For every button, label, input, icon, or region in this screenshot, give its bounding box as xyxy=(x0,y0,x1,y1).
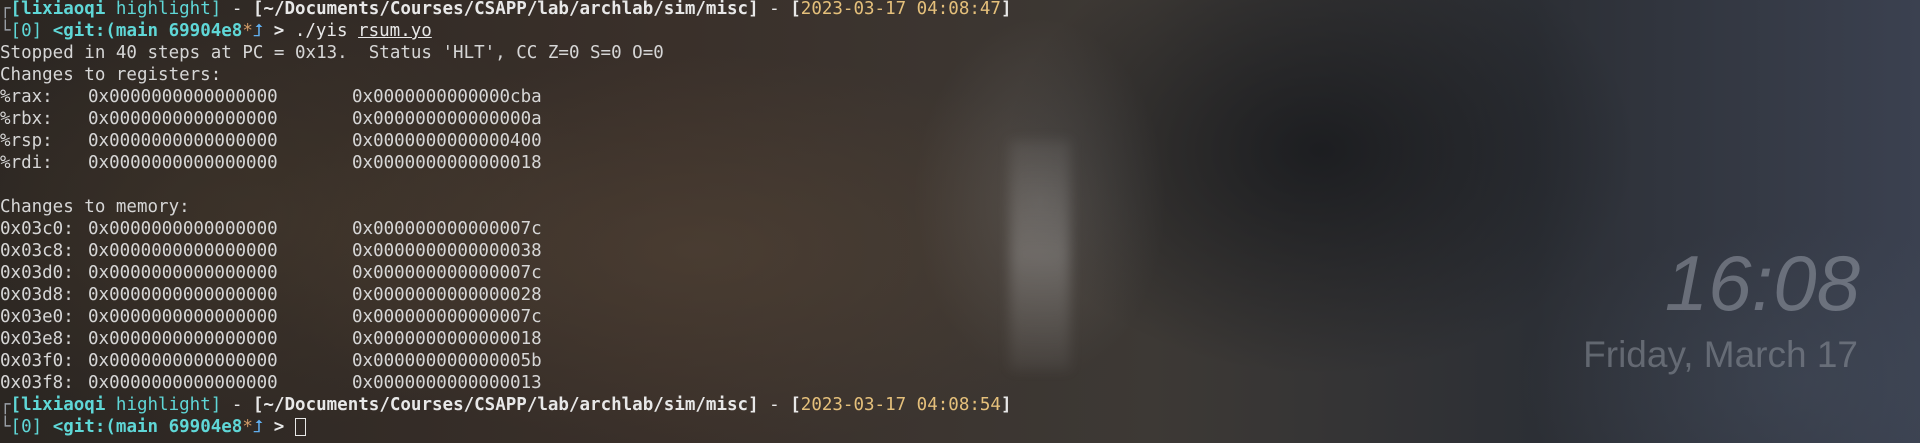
register-row: %rsp: 0x0000000000000000 0x000000000000040… xyxy=(0,131,542,151)
prompt-bracket: ] xyxy=(1000,395,1012,415)
prompt-tree-bottom: └ xyxy=(0,417,11,437)
prompt-separator: - xyxy=(221,395,253,415)
prompt-arrow: > xyxy=(263,21,295,41)
memory-row: 0x03c0: 0x0000000000000000 0x0000000000000… xyxy=(0,219,542,239)
output-status-line: Stopped in 40 steps at PC = 0x13. Status… xyxy=(0,43,664,63)
prompt-1-command-line: └[0] <git:(main 69904e8*⮥ > ./yis rsum.y… xyxy=(0,20,432,42)
prompt-exit-status: [0] xyxy=(10,21,43,41)
prompt-bracket: ] xyxy=(1000,0,1012,19)
command-argument: rsum.yo xyxy=(358,21,432,41)
prompt-git-info: <git:(main 69904e8 xyxy=(42,21,243,41)
prompt-path: [~/Documents/Courses/CSAPP/lab/archlab/s… xyxy=(252,395,759,415)
register-row: %rax: 0x0000000000000000 0x0000000000000cb… xyxy=(0,87,542,107)
prompt-git-dirty: * xyxy=(242,417,253,437)
git-branch-icon: ⮥ xyxy=(252,417,264,437)
prompt-timestamp: 2023-03-17 04:08:47 xyxy=(800,0,1001,19)
prompt-1-header: ┌[lixiaoqi highlight] - [~/Documents/Cou… xyxy=(0,0,1012,20)
memory-row: 0x03c8: 0x0000000000000000 0x0000000000000… xyxy=(0,241,542,261)
prompt-user: [lixiaoqi xyxy=(10,0,106,19)
memory-changes-header: Changes to memory: xyxy=(0,197,190,217)
memory-row: 0x03e8: 0x0000000000000000 0x0000000000000… xyxy=(0,329,542,349)
memory-row: 0x03d8: 0x0000000000000000 0x0000000000000… xyxy=(0,285,542,305)
register-row: %rdi: 0x0000000000000000 0x000000000000001… xyxy=(0,153,542,173)
command-text: ./yis xyxy=(294,21,359,41)
prompt-tree-top: ┌ xyxy=(0,0,11,19)
register-changes-header: Changes to registers: xyxy=(0,65,222,85)
prompt-user: [lixiaoqi xyxy=(10,395,106,415)
terminal-cursor[interactable] xyxy=(294,418,306,436)
prompt-bracket: [ xyxy=(790,395,801,415)
desktop-clock-time: 16:08 xyxy=(1664,239,1860,327)
prompt-host: highlight] xyxy=(105,0,222,19)
prompt-exit-status: [0] xyxy=(10,417,43,437)
prompt-git-dirty: * xyxy=(242,21,253,41)
prompt-path: [~/Documents/Courses/CSAPP/lab/archlab/s… xyxy=(252,0,759,19)
memory-row: 0x03e0: 0x0000000000000000 0x0000000000000… xyxy=(0,307,542,327)
prompt-timestamp: 2023-03-17 04:08:54 xyxy=(800,395,1001,415)
prompt-separator: - xyxy=(758,0,791,19)
memory-row: 0x03f0: 0x0000000000000000 0x0000000000000… xyxy=(0,351,542,371)
register-row: %rbx: 0x0000000000000000 0x000000000000000… xyxy=(0,109,542,129)
git-branch-icon: ⮥ xyxy=(252,21,264,41)
memory-row: 0x03f8: 0x0000000000000000 0x0000000000000… xyxy=(0,373,542,393)
prompt-host: highlight] xyxy=(105,395,222,415)
prompt-separator: - xyxy=(758,395,791,415)
prompt-separator: - xyxy=(221,0,253,19)
prompt-tree-top: ┌ xyxy=(0,395,11,415)
prompt-bracket: [ xyxy=(790,0,801,19)
memory-row: 0x03d0: 0x0000000000000000 0x0000000000000… xyxy=(0,263,542,283)
prompt-tree-bottom: └ xyxy=(0,21,11,41)
prompt-2-command-line[interactable]: └[0] <git:(main 69904e8*⮥ > xyxy=(0,416,306,438)
desktop-clock-date: Friday, March 17 xyxy=(1583,334,1858,375)
prompt-2-header: ┌[lixiaoqi highlight] - [~/Documents/Cou… xyxy=(0,394,1012,416)
prompt-arrow: > xyxy=(263,417,295,437)
prompt-git-info: <git:(main 69904e8 xyxy=(42,417,243,437)
